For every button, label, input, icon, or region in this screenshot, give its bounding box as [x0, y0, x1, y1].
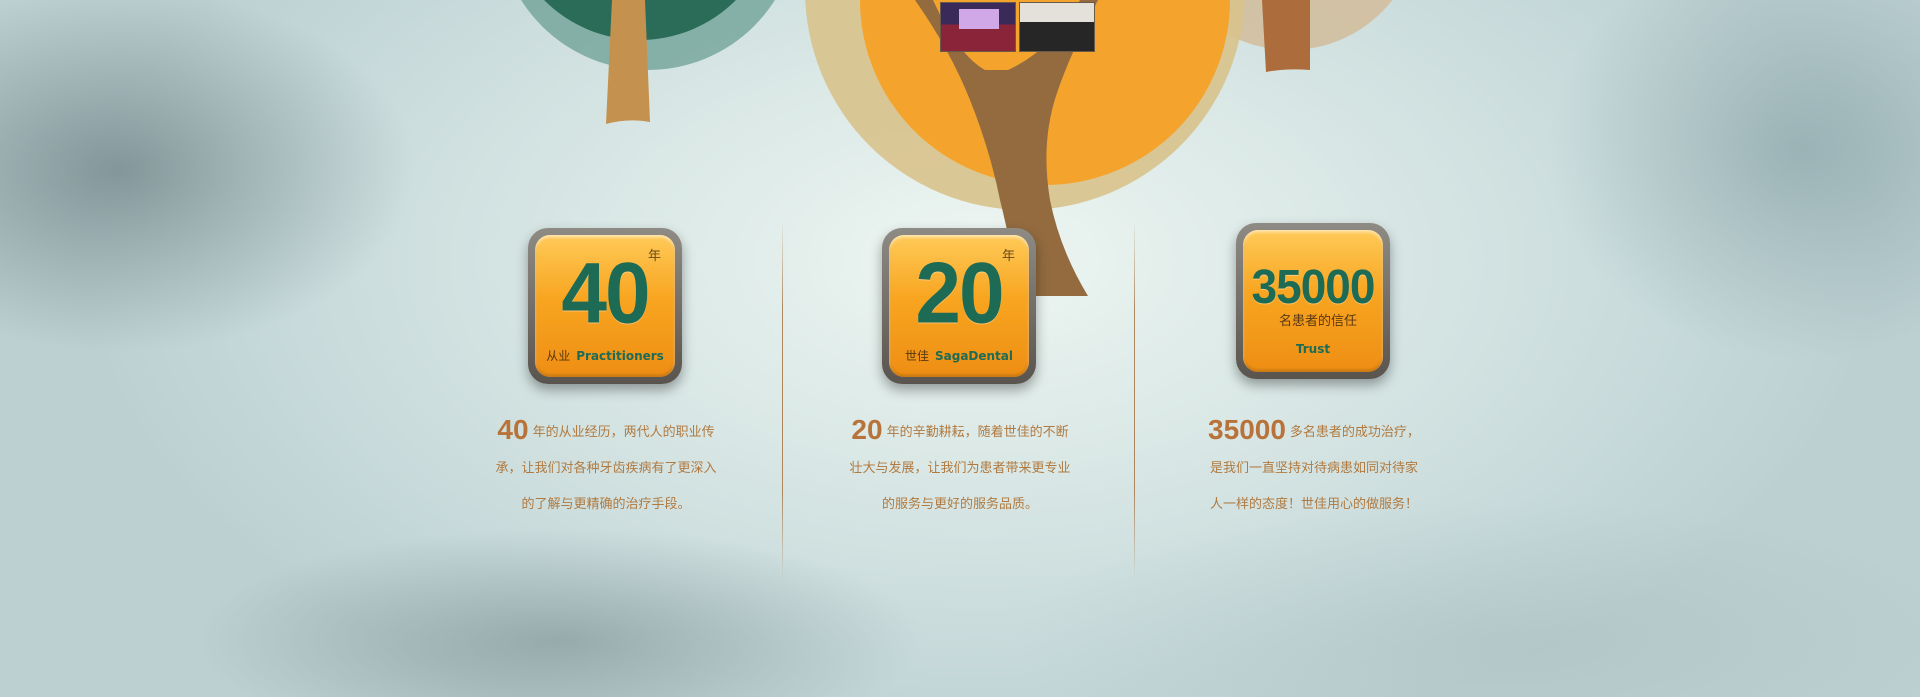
- desc-line: 壮大与发展，让我们为患者带来更专业: [849, 461, 1071, 476]
- photo-thumbnails: [940, 2, 1095, 52]
- desc-text: 年的辛勤耕耘，随着世佳的不断: [886, 425, 1069, 440]
- badge-number: 35000: [1251, 258, 1376, 314]
- saga-dental-badge: 20 年 世佳 SagaDental: [882, 228, 1036, 384]
- badge-caption-en: SagaDental: [934, 349, 1014, 363]
- badge-caption-cn: 世佳: [904, 349, 929, 363]
- event-stage-photo[interactable]: [940, 2, 1016, 52]
- badge-caption-cn: 从业: [546, 349, 571, 363]
- desc-number: 35000: [1208, 414, 1286, 445]
- badge-caption-en: Practitioners: [576, 349, 664, 363]
- stat-description: 40 年的从业经历，两代人的职业传 承，让我们对各种牙齿疾病有了更深入 的了解与更…: [476, 412, 736, 523]
- desc-line: 承，让我们对各种牙齿疾病有了更深入: [495, 461, 717, 476]
- badge-subtitle: 名患者的信任: [1278, 314, 1357, 329]
- green-tree-trunk: [606, 0, 650, 124]
- badge-face: 40 年 从业 Practitioners: [535, 235, 675, 377]
- badge-unit: 年: [1001, 249, 1015, 264]
- desc-number: 20: [851, 414, 883, 445]
- badge-caption: 世佳 SagaDental: [889, 347, 1029, 364]
- stat-description: 35000 多名患者的成功治疗， 是我们一直坚持对待病患如同对待家 人一样的态度！…: [1184, 412, 1444, 523]
- desc-line: 是我们一直坚持对待病患如同对待家: [1209, 461, 1418, 476]
- desc-text: 多名患者的成功治疗，: [1289, 425, 1420, 440]
- desc-line: 的了解与更精确的治疗手段。: [521, 497, 691, 512]
- group-photo[interactable]: [1019, 2, 1095, 52]
- badge-unit: 年: [647, 249, 661, 264]
- brown-tree-trunk: [1262, 0, 1310, 72]
- badge-face: 35000 名患者的信任 Trust: [1243, 230, 1383, 372]
- desc-text: 年的从业经历，两代人的职业传: [532, 425, 715, 440]
- desc-line: 40 年的从业经历，两代人的职业传: [476, 412, 736, 451]
- desc-number: 40: [497, 414, 529, 445]
- column-divider: [1134, 220, 1135, 580]
- years-practice-badge: 40 年 从业 Practitioners: [528, 228, 682, 384]
- desc-line: 的服务与更好的服务品质。: [881, 497, 1038, 512]
- desc-line: 20 年的辛勤耕耘，随着世佳的不断: [830, 412, 1090, 451]
- desc-line: 人一样的态度！世佳用心的做服务！: [1209, 497, 1418, 512]
- badge-face: 20 年 世佳 SagaDental: [889, 235, 1029, 377]
- stat-description: 20 年的辛勤耕耘，随着世佳的不断 壮大与发展，让我们为患者带来更专业 的服务与更…: [830, 412, 1090, 523]
- desc-line: 35000 多名患者的成功治疗，: [1184, 412, 1444, 451]
- column-divider: [782, 220, 783, 580]
- badge-caption: 从业 Practitioners: [535, 347, 675, 364]
- patient-trust-badge: 35000 名患者的信任 Trust: [1236, 223, 1390, 379]
- badge-caption-en: Trust: [1295, 342, 1331, 356]
